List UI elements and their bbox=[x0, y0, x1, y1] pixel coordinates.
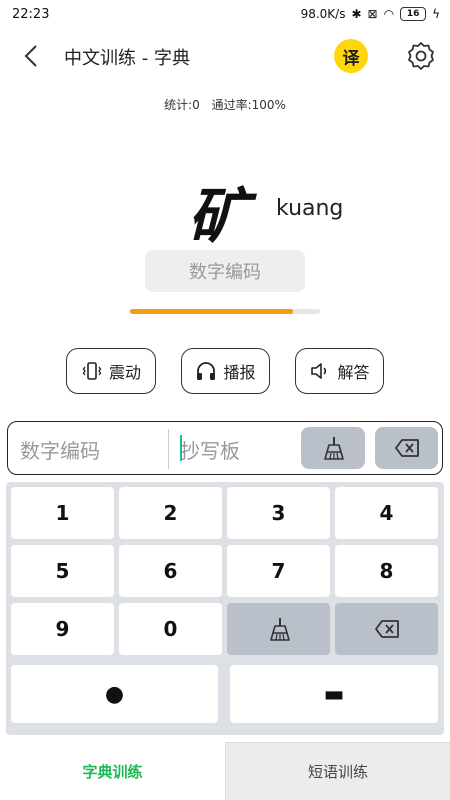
key-3[interactable]: 3 bbox=[227, 487, 330, 539]
dot-key[interactable]: ● bbox=[11, 665, 218, 723]
app-bar: 中文训练 - 字典 译 bbox=[0, 28, 450, 84]
broadcast-label: 播报 bbox=[223, 363, 256, 382]
speaker-icon bbox=[311, 363, 327, 379]
broom-icon bbox=[324, 437, 344, 460]
broom-icon bbox=[269, 618, 290, 641]
key-8[interactable]: 8 bbox=[335, 545, 438, 597]
clear-button[interactable] bbox=[301, 427, 365, 469]
backspace-button[interactable] bbox=[375, 427, 438, 469]
translate-button[interactable]: 译 bbox=[334, 39, 368, 73]
key-7[interactable]: 7 bbox=[227, 545, 330, 597]
chevron-left-icon bbox=[24, 45, 37, 67]
key-1[interactable]: 1 bbox=[11, 487, 114, 539]
wifi-icon: ◠ bbox=[383, 7, 395, 21]
target-character: 矿 bbox=[188, 182, 248, 252]
back-button[interactable] bbox=[18, 42, 46, 70]
key-4[interactable]: 4 bbox=[335, 487, 438, 539]
settings-button[interactable] bbox=[405, 40, 437, 72]
headphones-icon bbox=[197, 362, 216, 380]
stats-count: 统计:0 bbox=[164, 98, 200, 112]
input-bar: 数字编码 抄写板 bbox=[7, 421, 443, 475]
input-divider bbox=[168, 429, 169, 469]
keypad-clear-key[interactable] bbox=[227, 603, 330, 655]
tab-dictionary-training[interactable]: 字典训练 bbox=[0, 742, 225, 800]
backspace-icon bbox=[374, 620, 399, 638]
battery-icon: 16 bbox=[400, 7, 427, 21]
action-row: 震动 播报 解答 bbox=[0, 348, 450, 394]
code-input[interactable]: 数字编码 bbox=[20, 435, 100, 464]
dash-key[interactable]: ▬ bbox=[230, 665, 438, 723]
status-bar: 22:23 98.0K/s ✱ ⊠ ◠ 16 ϟ bbox=[0, 0, 450, 28]
stats-pass-rate: 通过率:100% bbox=[211, 98, 286, 112]
progress-bar bbox=[130, 309, 320, 314]
vibrate-button[interactable]: 震动 bbox=[66, 348, 156, 394]
sim-icon: ⊠ bbox=[367, 7, 378, 21]
key-0[interactable]: 0 bbox=[119, 603, 222, 655]
pinyin-label: kuang bbox=[276, 196, 344, 221]
network-speed: 98.0K/s bbox=[300, 7, 346, 21]
stats-line: 统计:0 通过率:100% bbox=[0, 96, 450, 113]
status-right: 98.0K/s ✱ ⊠ ◠ 16 ϟ bbox=[301, 7, 440, 21]
copy-board-input[interactable]: 抄写板 bbox=[180, 435, 240, 464]
key-2[interactable]: 2 bbox=[119, 487, 222, 539]
key-5[interactable]: 5 bbox=[11, 545, 114, 597]
progress-fill bbox=[130, 309, 294, 314]
answer-button[interactable]: 解答 bbox=[295, 348, 384, 394]
answer-label: 解答 bbox=[337, 363, 370, 382]
status-time: 22:23 bbox=[12, 6, 50, 22]
charging-icon: ϟ bbox=[432, 7, 440, 21]
page-title: 中文训练 - 字典 bbox=[64, 48, 190, 69]
gear-icon bbox=[408, 42, 434, 70]
tab-phrase-training[interactable]: 短语训练 bbox=[225, 742, 450, 800]
code-display: 数字编码 bbox=[145, 250, 305, 292]
key-9[interactable]: 9 bbox=[11, 603, 114, 655]
key-6[interactable]: 6 bbox=[119, 545, 222, 597]
vibrate-icon bbox=[82, 362, 102, 380]
vibrate-label: 震动 bbox=[108, 363, 141, 382]
keypad-backspace-key[interactable] bbox=[335, 603, 438, 655]
broadcast-button[interactable]: 播报 bbox=[181, 348, 270, 394]
character-display: 矿 kuang bbox=[0, 160, 450, 252]
text-cursor bbox=[180, 435, 182, 461]
bluetooth-icon: ✱ bbox=[351, 7, 362, 21]
bottom-tabs: 字典训练 短语训练 bbox=[0, 742, 450, 800]
backspace-icon bbox=[394, 439, 419, 457]
number-keypad: 1 2 3 4 5 6 7 8 9 0 ● ▬ bbox=[6, 482, 444, 735]
